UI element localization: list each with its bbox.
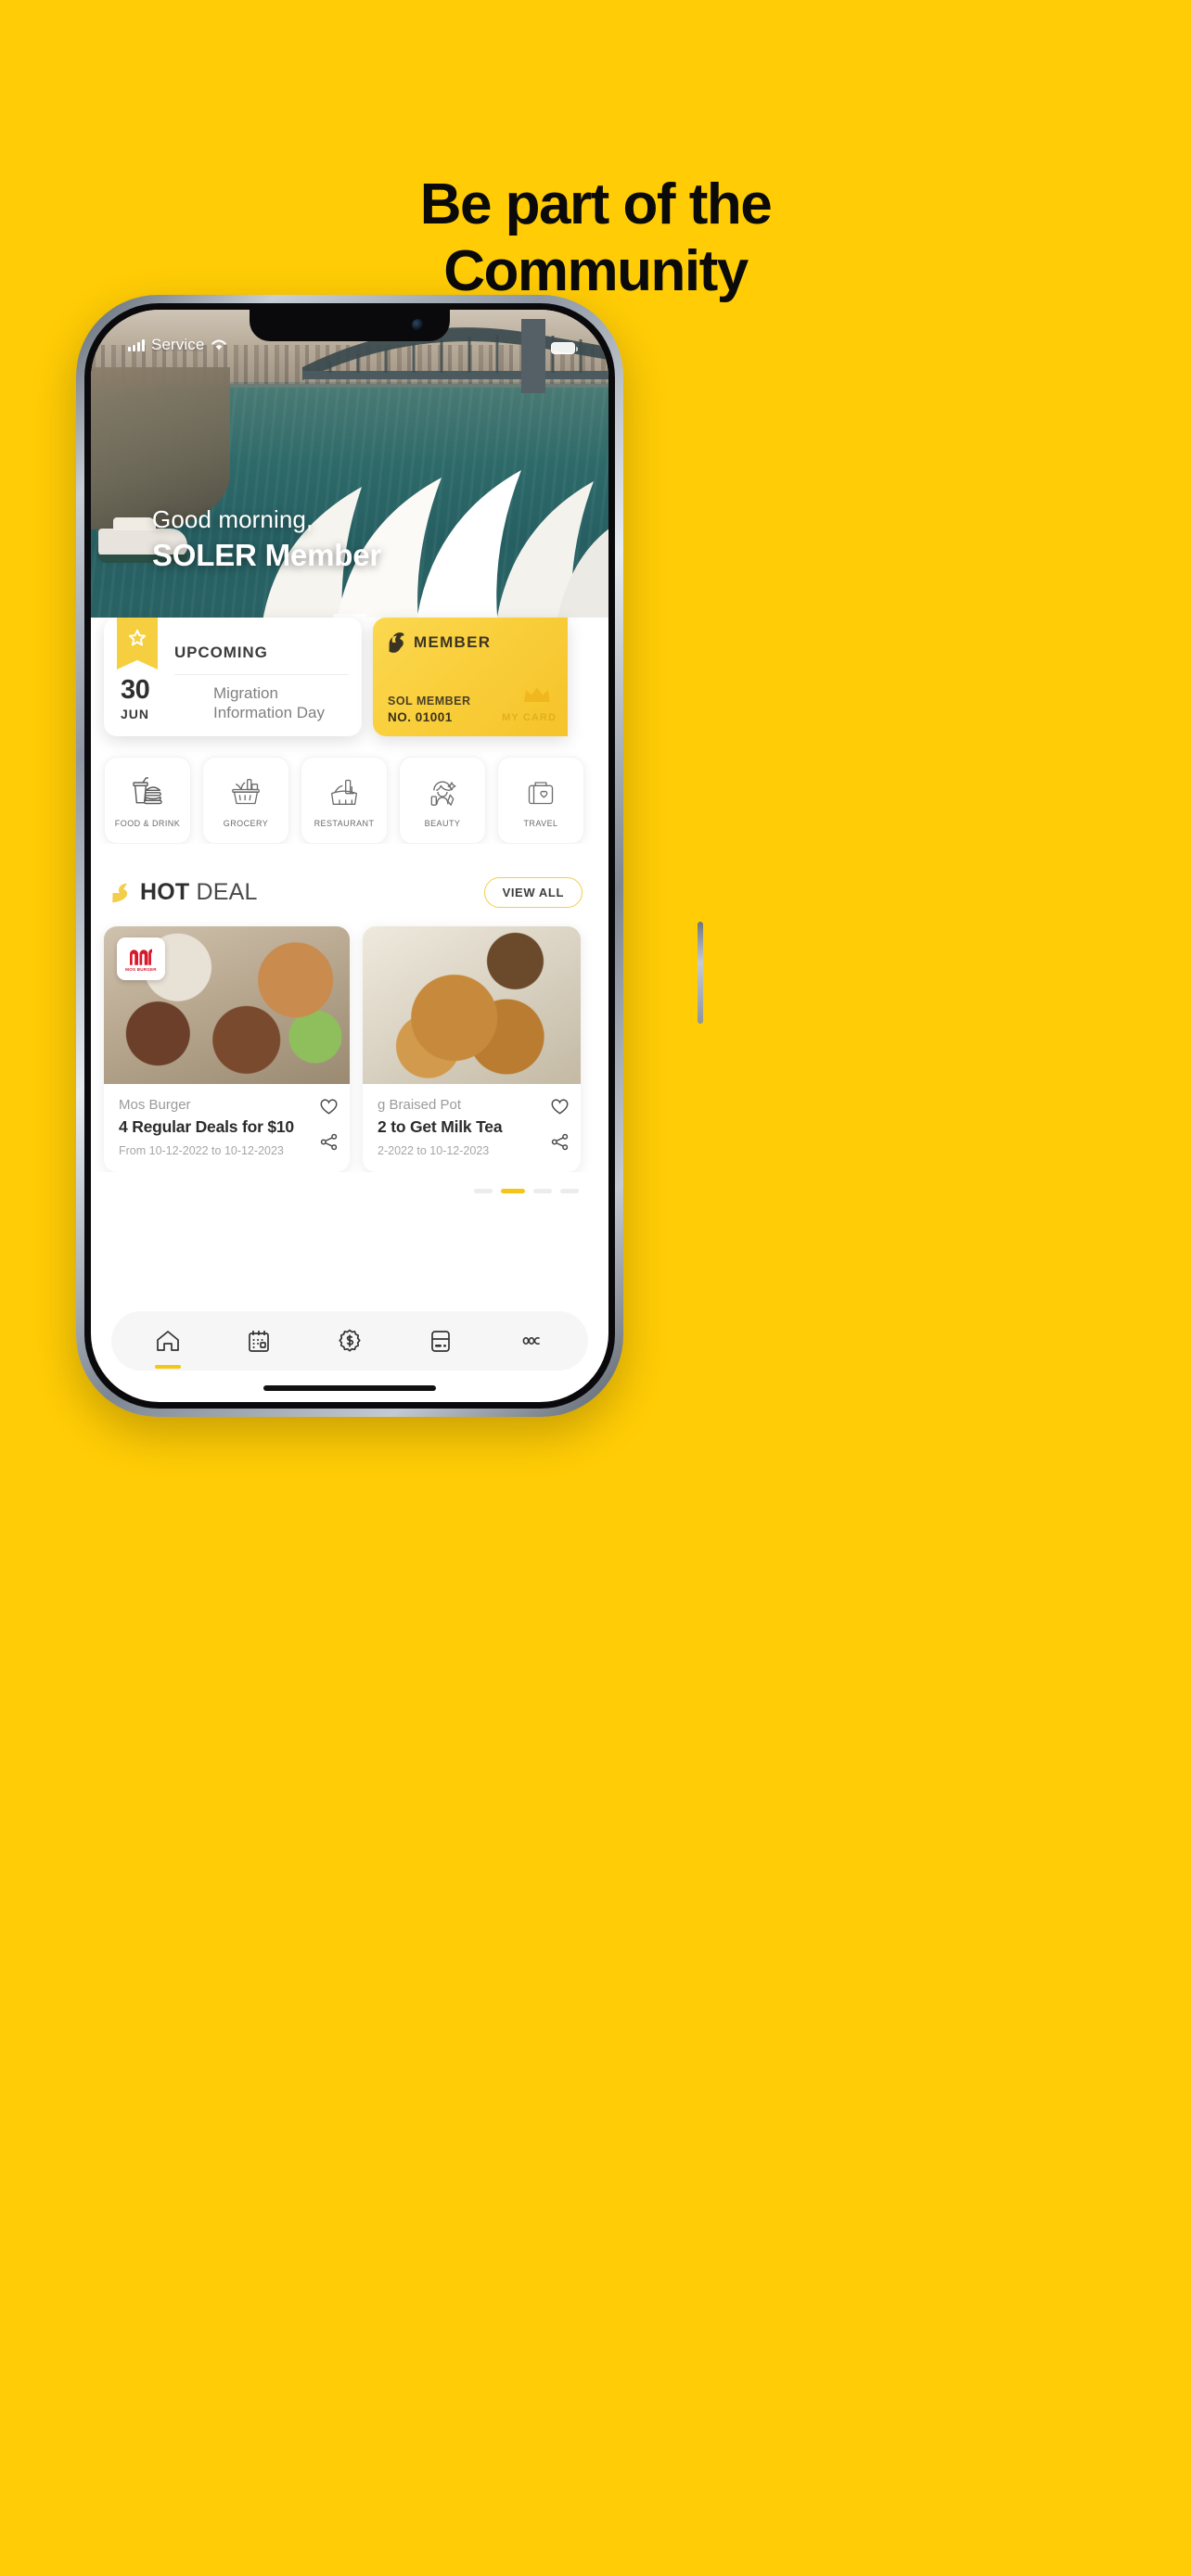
member-card-details: SOL MEMBER NO. 01001: [388, 695, 471, 724]
pagination-dot-active[interactable]: [501, 1189, 525, 1193]
star-bookmark-icon: [117, 618, 158, 670]
nav-offers[interactable]: [321, 1311, 378, 1371]
hot-deal-title-bold: HOT: [140, 879, 190, 905]
sol-s-logo-icon: [389, 632, 404, 653]
heart-icon[interactable]: [319, 1097, 339, 1116]
phone-mockup: Service Good morning, SOLER Member UPCOM…: [76, 295, 703, 1417]
power-button[interactable]: [698, 922, 703, 1024]
deal-name: 4 Regular Deals for $10: [119, 1117, 294, 1136]
pagination-dot[interactable]: [533, 1189, 552, 1193]
pagination-dot[interactable]: [560, 1189, 579, 1193]
member-number: NO. 01001: [388, 710, 453, 724]
dining-table-icon: [331, 779, 357, 805]
phone-bezel: Service Good morning, SOLER Member UPCOM…: [84, 303, 615, 1409]
more-dots-icon: [522, 1337, 541, 1345]
greeting-block: Good morning, SOLER Member: [152, 505, 381, 573]
deal-merchant: g Braised Pot: [378, 1097, 462, 1113]
hot-deal-title-light: DEAL: [196, 879, 258, 905]
carrier-label: Service: [151, 336, 205, 353]
upcoming-event-name: Migration Information Day: [213, 683, 325, 724]
headline-line-1: Be part of the: [419, 172, 773, 236]
upcoming-event-line-1: Migration: [213, 683, 278, 702]
category-scroller[interactable]: FOOD & DRINK GROCERY RESTAURANT BEAUTY T…: [91, 736, 608, 844]
view-all-button[interactable]: VIEW ALL: [483, 877, 583, 908]
deal-dates: From 10-12-2022 to 10-12-2023: [119, 1144, 284, 1157]
upcoming-month: JUN: [121, 707, 150, 721]
category-travel[interactable]: TRAVEL: [497, 757, 584, 844]
nav-card[interactable]: [412, 1311, 469, 1371]
mos-burger-mark-icon: [130, 949, 152, 965]
deal-info: Mos Burger 4 Regular Deals for $10 From …: [104, 1084, 350, 1172]
upcoming-event-line-2: Information Day: [213, 704, 325, 722]
member-card[interactable]: MEMBER SOL MEMBER NO. 01001 MY CARD: [373, 618, 568, 736]
greeting-name: SOLER Member: [152, 538, 381, 572]
upcoming-date: 30 JUN: [121, 675, 150, 722]
category-restaurant[interactable]: RESTAURANT: [301, 757, 388, 844]
share-icon[interactable]: [550, 1132, 570, 1152]
hot-deal-header: HOT DEAL VIEW ALL: [91, 844, 608, 908]
heart-icon[interactable]: [550, 1097, 570, 1116]
burger-drink-icon: [133, 776, 162, 804]
deal-image: MOS BURGER: [104, 926, 350, 1084]
deal-card[interactable]: g Braised Pot 2 to Get Milk Tea 2-2022 t…: [363, 926, 581, 1172]
wifi-icon: [211, 339, 227, 351]
category-beauty[interactable]: BEAUTY: [399, 757, 486, 844]
member-card-label: MEMBER: [414, 633, 492, 651]
signal-bars-icon: [128, 338, 145, 351]
bottom-navigation-bar: [111, 1311, 588, 1371]
hero-banner: Service Good morning, SOLER Member: [91, 310, 608, 642]
deal-carousel[interactable]: MOS BURGER Mos Burger 4 Regular Deals fo…: [91, 908, 608, 1172]
carousel-pagination[interactable]: [91, 1172, 608, 1193]
beauty-makeup-icon: [430, 781, 456, 806]
nav-calendar[interactable]: [230, 1311, 288, 1371]
deal-merchant: Mos Burger: [119, 1097, 191, 1113]
display-notch: [250, 310, 450, 341]
pagination-dot[interactable]: [474, 1189, 493, 1193]
deal-dates: 2-2022 to 10-12-2023: [378, 1144, 490, 1157]
summary-card-row: UPCOMING 30 JUN Migration Information Da…: [91, 618, 608, 736]
page-title: Be part of the Community: [0, 172, 1191, 305]
content-sheet: UPCOMING 30 JUN Migration Information Da…: [91, 618, 608, 1193]
calendar-icon: [249, 1331, 269, 1352]
mos-burger-wordmark: MOS BURGER: [125, 967, 157, 972]
home-indicator: [263, 1385, 436, 1391]
deal-image: [363, 926, 581, 1084]
category-food-and-drink[interactable]: FOOD & DRINK: [104, 757, 191, 844]
crown-icon: [524, 687, 550, 702]
share-icon[interactable]: [319, 1132, 339, 1152]
card-icon: [431, 1331, 450, 1352]
mos-burger-logo: MOS BURGER: [117, 937, 165, 980]
grocery-basket-icon: [232, 778, 260, 804]
phone-screen: Service Good morning, SOLER Member UPCOM…: [91, 310, 608, 1402]
category-label: FOOD & DRINK: [114, 818, 181, 828]
upcoming-event-card[interactable]: UPCOMING 30 JUN Migration Information Da…: [104, 618, 362, 736]
category-label: TRAVEL: [523, 818, 558, 828]
dollar-badge-icon: [339, 1329, 361, 1352]
upcoming-title: UPCOMING: [174, 644, 268, 661]
deal-info: g Braised Pot 2 to Get Milk Tea 2-2022 t…: [363, 1084, 581, 1172]
suitcase-travel-icon: [528, 781, 554, 804]
my-card-label: MY CARD: [502, 712, 557, 723]
sol-s-logo-icon: [112, 883, 128, 902]
hot-deal-title: HOT DEAL: [140, 879, 258, 906]
deal-card[interactable]: MOS BURGER Mos Burger 4 Regular Deals fo…: [104, 926, 350, 1172]
deal-name: 2 to Get Milk Tea: [378, 1117, 503, 1136]
category-label: BEAUTY: [424, 818, 461, 828]
nav-home[interactable]: [139, 1311, 197, 1371]
member-type: SOL MEMBER: [388, 695, 471, 708]
front-camera-icon: [412, 319, 424, 331]
category-grocery[interactable]: GROCERY: [202, 757, 289, 844]
category-label: GROCERY: [223, 818, 269, 828]
upcoming-divider: [174, 674, 349, 675]
home-icon: [157, 1331, 179, 1351]
greeting-small: Good morning,: [152, 505, 314, 533]
category-label: RESTAURANT: [314, 818, 375, 828]
battery-icon: [551, 342, 579, 354]
nav-more[interactable]: [503, 1311, 560, 1371]
upcoming-day: 30: [121, 675, 150, 705]
